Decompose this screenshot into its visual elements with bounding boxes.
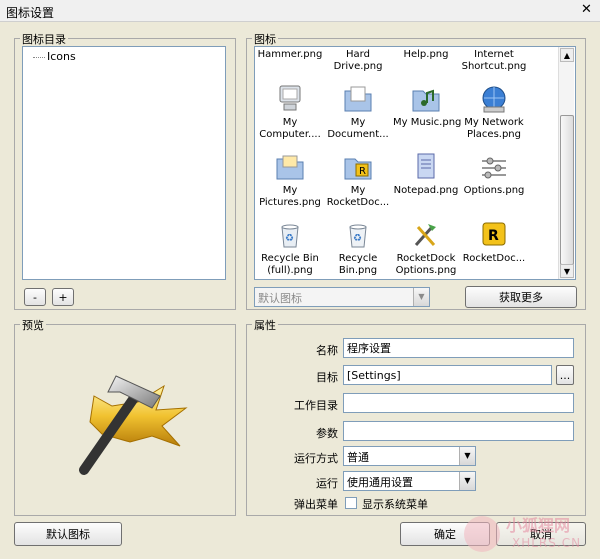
popup-checkbox[interactable] bbox=[345, 497, 357, 509]
popup-label: 弹出菜单 bbox=[294, 498, 338, 511]
chevron-down-icon: ▼ bbox=[413, 288, 429, 306]
icon-label: Internet Shortcut.png bbox=[461, 49, 527, 72]
popup-checkbox-label: 显示系统菜单 bbox=[362, 498, 428, 511]
options-icon bbox=[478, 151, 510, 183]
target-label: 目标 bbox=[316, 371, 338, 384]
recycle-bin-full-icon: ♻ bbox=[274, 219, 306, 251]
ok-button[interactable]: 确定 bbox=[400, 522, 490, 546]
properties-label: 属性 bbox=[252, 317, 278, 333]
directory-tree[interactable]: Icons bbox=[22, 46, 226, 280]
close-icon[interactable]: ✕ bbox=[579, 3, 594, 18]
workdir-field[interactable] bbox=[343, 393, 574, 413]
svg-text:R: R bbox=[359, 166, 366, 177]
svg-text:R: R bbox=[488, 228, 499, 244]
icon-label: My Music.png bbox=[393, 117, 462, 128]
runmode-label: 运行方式 bbox=[294, 452, 338, 465]
runmode-select-value: 普通 bbox=[347, 451, 369, 464]
args-label: 参数 bbox=[316, 427, 338, 440]
icon-item[interactable]: Hammer.png bbox=[257, 49, 323, 61]
icon-label: Recycle Bin (full).png bbox=[261, 253, 319, 276]
notepad-icon bbox=[410, 151, 442, 183]
preview-label: 预览 bbox=[20, 317, 46, 333]
scroll-down-icon[interactable]: ▼ bbox=[560, 264, 574, 278]
get-more-button[interactable]: 获取更多 bbox=[465, 286, 577, 308]
runmode-select[interactable]: 普通 ▼ bbox=[343, 446, 476, 466]
icon-label: Help.png bbox=[403, 49, 449, 60]
svg-text:♻: ♻ bbox=[285, 233, 294, 244]
icon-item[interactable]: Help.png bbox=[393, 49, 459, 61]
scroll-thumb[interactable] bbox=[560, 115, 574, 265]
music-folder-icon bbox=[410, 83, 442, 115]
pictures-folder-icon bbox=[274, 151, 306, 183]
rocketdock-icon: R bbox=[478, 219, 510, 251]
icon-item[interactable]: R RocketDoc... bbox=[461, 219, 527, 265]
title-bar: 图标设置 ✕ bbox=[0, 0, 600, 22]
network-icon bbox=[478, 83, 510, 115]
tree-line-icon bbox=[33, 57, 45, 58]
icon-item[interactable]: My Document... bbox=[325, 83, 391, 141]
args-field[interactable] bbox=[343, 421, 574, 441]
run-select[interactable]: 使用通用设置 ▼ bbox=[343, 471, 476, 491]
workdir-label: 工作目录 bbox=[294, 399, 338, 412]
chevron-down-icon[interactable]: ▼ bbox=[459, 472, 475, 490]
icon-item[interactable]: Notepad.png bbox=[393, 151, 459, 197]
icon-label: My RocketDoc... bbox=[326, 185, 390, 208]
rocketdock-folder-icon: R bbox=[342, 151, 374, 183]
remove-folder-button[interactable]: - bbox=[24, 288, 46, 306]
scroll-up-icon[interactable]: ▲ bbox=[560, 48, 574, 62]
default-icon-select-value: 默认图标 bbox=[258, 292, 302, 305]
cancel-button[interactable]: 取消 bbox=[496, 522, 586, 546]
icon-item[interactable]: ♻ Recycle Bin.png bbox=[325, 219, 391, 277]
default-icon-select: 默认图标 ▼ bbox=[254, 287, 430, 307]
icon-item[interactable]: RocketDock Options.png bbox=[393, 219, 459, 277]
icon-label: Hammer.png bbox=[257, 49, 323, 60]
icon-gallery-label: 图标 bbox=[252, 31, 278, 47]
icon-directory-label: 图标目录 bbox=[20, 31, 68, 47]
rocketdock-options-icon bbox=[410, 219, 442, 251]
tree-item-icons[interactable]: Icons bbox=[47, 50, 76, 63]
icon-label: My Network Places.png bbox=[464, 117, 524, 140]
name-label: 名称 bbox=[316, 344, 338, 357]
add-folder-button[interactable]: + bbox=[52, 288, 74, 306]
icon-gallery[interactable]: Hammer.png Hard Drive.png Help.png Inter… bbox=[254, 46, 576, 280]
icon-item[interactable]: My Computer.... bbox=[257, 83, 323, 141]
icon-item[interactable]: ♻ Recycle Bin (full).png bbox=[257, 219, 323, 277]
svg-text:♻: ♻ bbox=[353, 233, 362, 244]
icon-item[interactable]: My Music.png bbox=[393, 83, 462, 129]
icon-item[interactable]: My Pictures.png bbox=[257, 151, 323, 209]
icon-label: My Computer.... bbox=[259, 117, 321, 140]
icon-label: Options.png bbox=[463, 185, 525, 196]
computer-icon bbox=[274, 83, 306, 115]
icon-label: My Pictures.png bbox=[259, 185, 321, 208]
icon-label: RocketDock Options.png bbox=[395, 253, 457, 276]
icon-item[interactable]: Options.png bbox=[461, 151, 527, 197]
icon-label: My Document... bbox=[327, 117, 389, 140]
gallery-scrollbar[interactable]: ▲ ▼ bbox=[558, 47, 574, 279]
window-title: 图标设置 bbox=[6, 6, 55, 20]
icon-label: Hard Drive.png bbox=[333, 49, 383, 72]
documents-folder-icon bbox=[342, 83, 374, 115]
run-select-value: 使用通用设置 bbox=[347, 476, 413, 489]
icon-item[interactable]: Internet Shortcut.png bbox=[461, 49, 527, 73]
target-field[interactable] bbox=[343, 365, 552, 385]
icon-label: RocketDoc... bbox=[462, 253, 526, 264]
browse-target-button[interactable]: ... bbox=[556, 365, 574, 385]
preview-image bbox=[60, 362, 192, 478]
run-label: 运行 bbox=[316, 477, 338, 490]
default-icon-button[interactable]: 默认图标 bbox=[14, 522, 122, 546]
icon-item[interactable]: My Network Places.png bbox=[461, 83, 527, 141]
icon-item[interactable]: Hard Drive.png bbox=[325, 49, 391, 73]
icon-label: Notepad.png bbox=[393, 185, 459, 196]
recycle-bin-icon: ♻ bbox=[342, 219, 374, 251]
chevron-down-icon[interactable]: ▼ bbox=[459, 447, 475, 465]
icon-label: Recycle Bin.png bbox=[338, 253, 378, 276]
name-field[interactable] bbox=[343, 338, 574, 358]
icon-item[interactable]: R My RocketDoc... bbox=[325, 151, 391, 209]
